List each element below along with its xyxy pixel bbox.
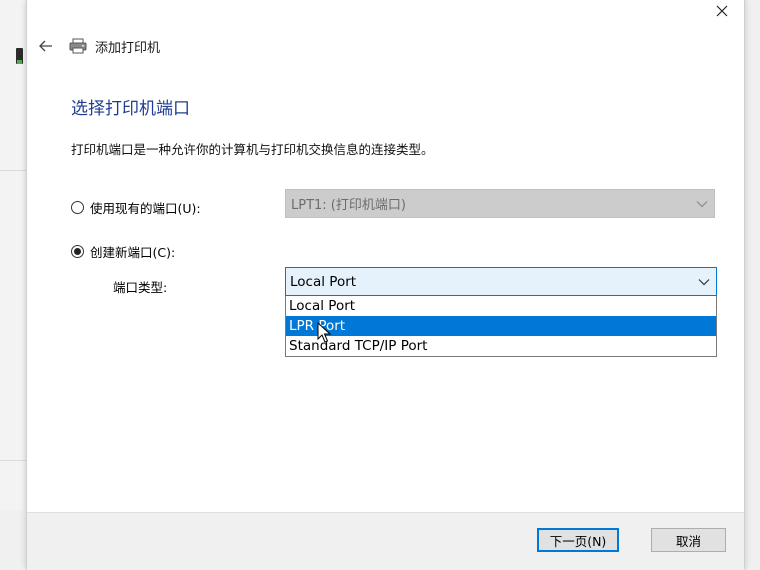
next-button[interactable]: 下一页(N) xyxy=(537,528,619,552)
create-new-port-label: 创建新端口(C): xyxy=(90,245,176,260)
dropdown-option-lpr-port[interactable]: LPR Port xyxy=(286,316,716,336)
existing-port-select: LPT1: (打印机端口) xyxy=(285,189,715,218)
existing-port-value: LPT1: (打印机端口) xyxy=(291,198,406,213)
port-type-label: 端口类型: xyxy=(113,280,168,295)
close-icon xyxy=(716,5,728,17)
port-type-dropdown-list: Local Port LPR Port Standard TCP/IP Port xyxy=(285,296,717,357)
back-button[interactable] xyxy=(35,35,57,57)
printer-icon xyxy=(69,37,89,55)
close-button[interactable] xyxy=(710,0,734,22)
dropdown-option-local-port[interactable]: Local Port xyxy=(286,296,716,316)
background-app-icon xyxy=(16,48,23,64)
use-existing-port-option[interactable]: 使用现有的端口(U): xyxy=(71,198,201,217)
add-printer-dialog: 添加打印机 选择打印机端口 打印机端口是一种允许你的计算机与打印机交换信息的连接… xyxy=(26,0,745,570)
use-existing-port-label: 使用现有的端口(U): xyxy=(90,201,201,216)
port-type-value: Local Port xyxy=(290,273,357,290)
page-heading: 选择打印机端口 xyxy=(71,99,190,119)
chevron-down-icon xyxy=(696,200,708,207)
cancel-button[interactable]: 取消 xyxy=(651,528,726,552)
dialog-footer: 下一页(N) 取消 xyxy=(27,512,744,570)
dialog-header: 添加打印机 xyxy=(35,34,160,58)
dialog-title: 添加打印机 xyxy=(95,40,161,56)
dropdown-option-standard-tcpip-port[interactable]: Standard TCP/IP Port xyxy=(286,336,716,356)
back-arrow-icon xyxy=(39,40,52,52)
page-description: 打印机端口是一种允许你的计算机与打印机交换信息的连接类型。 xyxy=(71,142,434,157)
create-new-port-radio[interactable] xyxy=(71,245,84,258)
port-type-select[interactable]: Local Port xyxy=(285,267,717,296)
use-existing-port-radio[interactable] xyxy=(71,201,84,214)
create-new-port-option[interactable]: 创建新端口(C): xyxy=(71,242,175,261)
chevron-down-icon xyxy=(698,278,710,285)
